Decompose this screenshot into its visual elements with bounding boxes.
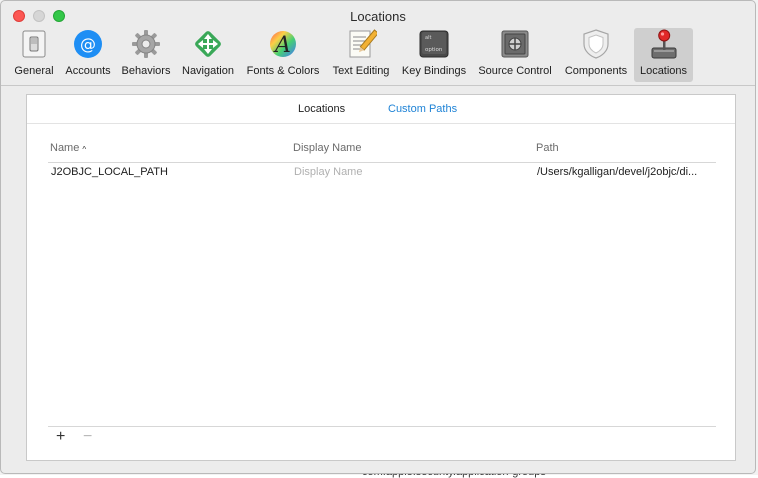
tab-key-bindings[interactable]: alt option Key Bindings	[398, 28, 470, 82]
shield-icon	[580, 28, 612, 60]
tab-text-editing-label: Text Editing	[332, 65, 390, 77]
segment-divider	[27, 123, 735, 124]
svg-text:alt: alt	[425, 35, 431, 41]
tab-source-control-label: Source Control	[478, 65, 552, 77]
column-header-path[interactable]: Path	[536, 142, 559, 154]
option-key-icon: alt option	[418, 28, 450, 60]
tab-custom-paths[interactable]: Custom Paths	[388, 103, 457, 115]
remove-button[interactable]: −	[83, 428, 92, 446]
tab-locations[interactable]: Locations	[634, 28, 693, 82]
tab-text-editing[interactable]: Text Editing	[328, 28, 394, 82]
locations-panel: Locations Custom Paths Name ^ Display Nam…	[26, 94, 736, 461]
tab-general[interactable]: General	[11, 28, 57, 82]
tab-fonts-colors[interactable]: A Fonts & Colors	[243, 28, 323, 82]
column-header-display-name[interactable]: Display Name	[293, 142, 361, 154]
display-name-field[interactable]: Display Name	[294, 166, 362, 178]
row-name-cell: J2OBJC_LOCAL_PATH	[51, 166, 168, 178]
sort-ascending-icon: ^	[82, 145, 87, 154]
column-header-name[interactable]: Name ^	[50, 142, 86, 154]
svg-text:@: @	[80, 35, 96, 54]
tab-key-bindings-label: Key Bindings	[401, 65, 467, 77]
tab-accounts[interactable]: @ Accounts	[61, 28, 115, 82]
table-header-divider	[48, 162, 716, 163]
tab-navigation-label: Navigation	[182, 65, 234, 77]
preferences-window: Locations General @ Accounts Behaviors N…	[0, 0, 756, 474]
font-icon: A	[267, 28, 299, 60]
tab-components-label: Components	[564, 65, 628, 77]
tab-accounts-label: Accounts	[65, 65, 111, 77]
tab-navigation[interactable]: Navigation	[178, 28, 238, 82]
tab-source-control[interactable]: Source Control	[473, 28, 557, 82]
add-button[interactable]: +	[56, 428, 65, 446]
row-path-cell: /Users/kgalligan/devel/j2objc/di...	[537, 166, 698, 178]
switch-icon	[18, 28, 50, 60]
svg-text:A: A	[273, 33, 291, 58]
tab-behaviors-label: Behaviors	[121, 65, 171, 77]
svg-text:option: option	[425, 47, 443, 53]
pencil-paper-icon	[345, 28, 377, 60]
preferences-toolbar: General @ Accounts Behaviors Navigation …	[1, 25, 755, 86]
gear-icon	[130, 28, 162, 60]
move-arrows-icon	[192, 28, 224, 60]
tab-locations-segment[interactable]: Locations	[298, 103, 345, 115]
window-title: Locations	[350, 9, 406, 24]
tab-locations-label: Locations	[639, 65, 688, 77]
table-footer-divider	[48, 426, 716, 427]
tab-components[interactable]: Components	[561, 28, 631, 82]
column-header-name-label: Name	[50, 142, 80, 154]
tab-general-label: General	[14, 65, 54, 77]
tab-behaviors[interactable]: Behaviors	[118, 28, 174, 82]
joystick-icon	[648, 28, 680, 60]
at-icon: @	[72, 28, 104, 60]
tab-fonts-colors-label: Fonts & Colors	[246, 65, 320, 77]
safe-icon	[499, 28, 531, 60]
